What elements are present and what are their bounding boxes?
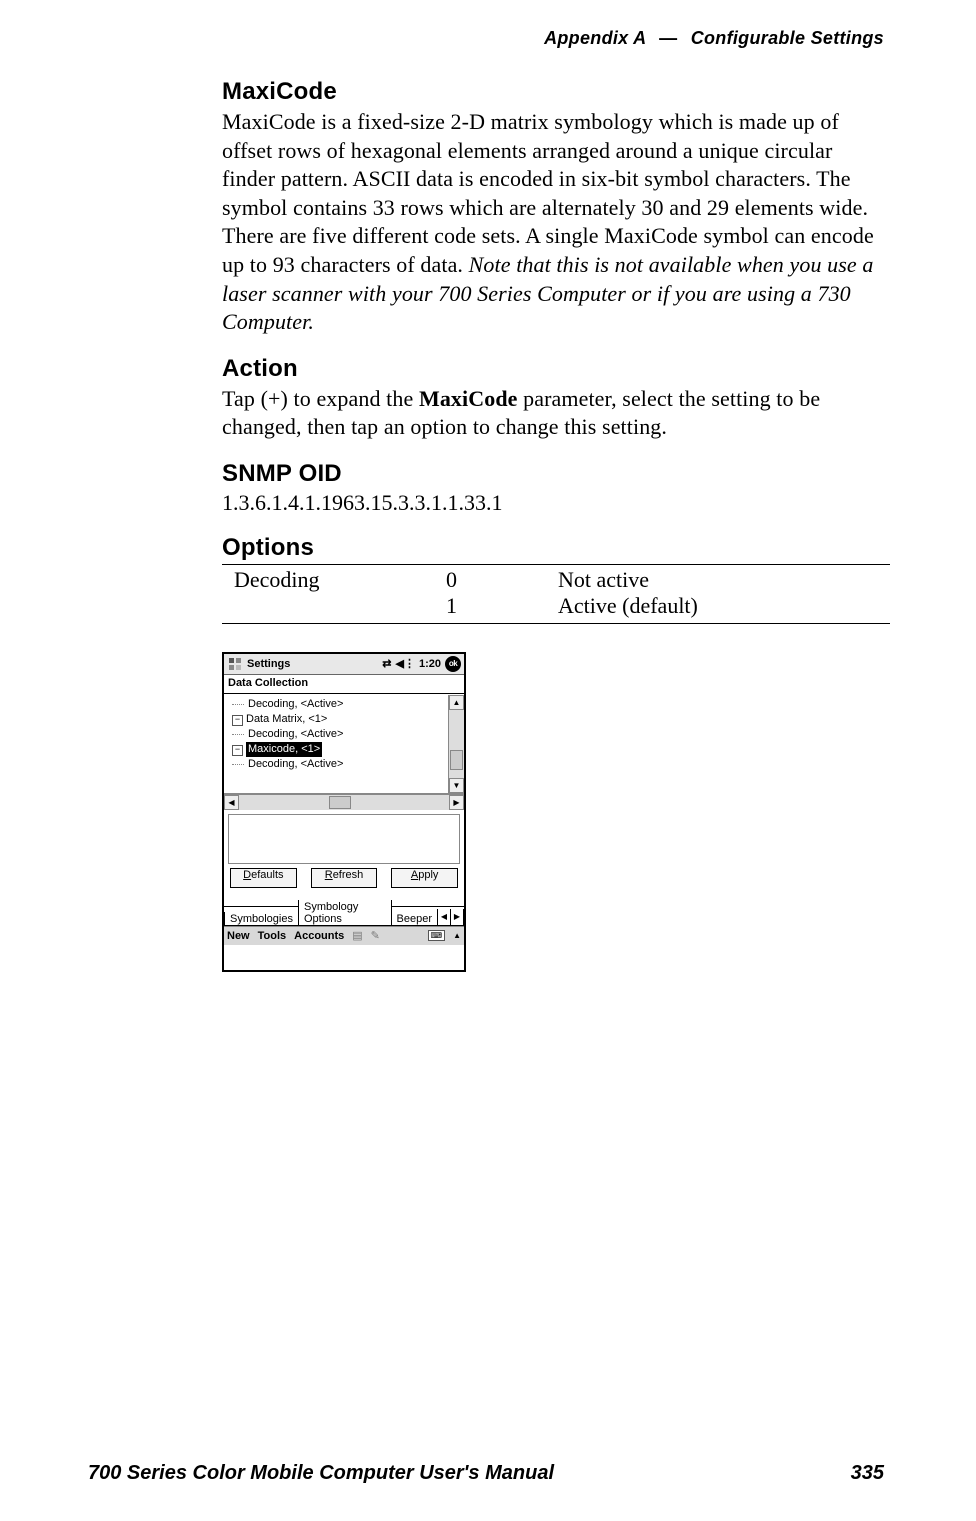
page-number: 335 [851, 1462, 884, 1485]
options-table-wrap: Decoding 0 Not active 1 Active (default) [222, 564, 890, 624]
toolbar-icon[interactable]: ✎ [371, 929, 380, 942]
table-row: Decoding 0 Not active [228, 567, 884, 593]
running-header: Appendix A — Configurable Settings [544, 28, 884, 49]
options-table: Decoding 0 Not active 1 Active (default) [228, 567, 884, 619]
option-value-0: 0 [440, 567, 552, 593]
tree-area: Decoding, <Active> −Data Matrix, <1> Dec… [224, 694, 464, 794]
tab-scroll[interactable]: ◀ ▶ [437, 909, 464, 926]
collapse-icon[interactable]: − [232, 745, 243, 756]
paragraph-action-bold: MaxiCode [419, 386, 518, 411]
header-appendix: Appendix A [544, 28, 646, 48]
scroll-thumb[interactable] [329, 796, 351, 809]
option-value-1: 1 [440, 593, 552, 619]
start-icon[interactable] [227, 656, 243, 672]
window-title: Settings [247, 658, 378, 670]
option-name: Decoding [228, 567, 440, 619]
paragraph-action: Tap (+) to expand the MaxiCode parameter… [222, 385, 890, 442]
sip-arrow-icon[interactable]: ▲ [453, 931, 461, 940]
paragraph-action-a: Tap (+) to expand the [222, 386, 419, 411]
snmp-oid: 1.3.6.1.4.1.1963.15.3.3.1.1.33.1 [222, 490, 890, 516]
tree-label: Decoding, <Active> [248, 698, 343, 710]
defaults-button[interactable]: Defaults [230, 868, 297, 888]
heading-action: Action [222, 355, 890, 383]
tree[interactable]: Decoding, <Active> −Data Matrix, <1> Dec… [224, 695, 448, 793]
scroll-track[interactable] [449, 710, 464, 778]
refresh-button[interactable]: Refresh [311, 868, 378, 888]
content: MaxiCode MaxiCode is a fixed-size 2-D ma… [222, 78, 890, 972]
scroll-up-button[interactable]: ▲ [449, 695, 464, 710]
mnemonic: R [325, 869, 333, 881]
scroll-left-button[interactable]: ◀ [224, 795, 239, 810]
mnemonic: D [243, 869, 251, 881]
sip-button[interactable]: ⌨ [428, 930, 446, 941]
heading-maxicode: MaxiCode [222, 78, 890, 106]
tree-item[interactable]: Decoding, <Active> [228, 757, 446, 772]
scroll-right-button[interactable]: ▶ [449, 795, 464, 810]
panel-title: Data Collection [224, 675, 464, 694]
menu-bar: New Tools Accounts ▤ ✎ ⌨ ▲ [224, 926, 464, 945]
heading-options: Options [222, 534, 890, 562]
screenshot: Settings ⇄ ◀⋮ 1:20 ok Data Collection De… [222, 652, 466, 972]
tab-strip: Symbologies Symbology Options Beeper ◀ ▶ [224, 906, 464, 926]
tree-label: Decoding, <Active> [248, 758, 343, 770]
header-dash: — [659, 28, 677, 48]
speaker-icon[interactable]: ◀⋮ [396, 657, 415, 670]
scroll-thumb[interactable] [450, 750, 463, 770]
button-row: Defaults Refresh Apply [224, 868, 464, 896]
horizontal-scrollbar[interactable]: ◀ ▶ [224, 794, 464, 810]
toolbar-icon[interactable]: ▤ [352, 929, 362, 942]
paragraph-maxicode: MaxiCode is a fixed-size 2-D matrix symb… [222, 108, 890, 337]
tab-beeper[interactable]: Beeper [391, 912, 438, 926]
apply-button[interactable]: Apply [391, 868, 458, 888]
scroll-down-button[interactable]: ▼ [449, 778, 464, 793]
button-label: efaults [251, 869, 283, 881]
option-desc-1: Active (default) [552, 593, 884, 619]
heading-snmp: SNMP OID [222, 460, 890, 488]
clock-text[interactable]: 1:20 [419, 658, 441, 670]
tree-label: Decoding, <Active> [248, 728, 343, 740]
button-label: pply [418, 869, 438, 881]
connectivity-icon[interactable]: ⇄ [382, 657, 391, 670]
tab-symbologies[interactable]: Symbologies [224, 912, 299, 926]
tree-label: Data Matrix, <1> [246, 713, 327, 725]
option-desc-0: Not active [552, 567, 884, 593]
menu-new[interactable]: New [227, 930, 250, 942]
tab-symbology-options[interactable]: Symbology Options [298, 900, 392, 926]
tree-item[interactable]: Decoding, <Active> [228, 727, 446, 742]
tree-item[interactable]: −Data Matrix, <1> [228, 712, 446, 727]
scroll-track[interactable] [239, 795, 449, 810]
tab-scroll-left[interactable]: ◀ [438, 909, 450, 925]
tree-item-selected[interactable]: −Maxicode, <1> [228, 742, 446, 757]
tree-label: Maxicode, <1> [246, 742, 322, 757]
tab-scroll-right[interactable]: ▶ [450, 909, 463, 925]
tree-item[interactable]: Decoding, <Active> [228, 697, 446, 712]
menu-accounts[interactable]: Accounts [294, 930, 344, 942]
menu-tools[interactable]: Tools [258, 930, 287, 942]
vertical-scrollbar[interactable]: ▲ ▼ [448, 695, 464, 793]
ok-button[interactable]: ok [445, 656, 461, 672]
detail-pane [228, 814, 460, 864]
titlebar: Settings ⇄ ◀⋮ 1:20 ok [224, 654, 464, 675]
button-label: efresh [333, 869, 364, 881]
collapse-icon[interactable]: − [232, 715, 243, 726]
page: Appendix A — Configurable Settings MaxiC… [0, 0, 976, 1521]
footer-title: 700 Series Color Mobile Computer User's … [88, 1462, 554, 1485]
header-section: Configurable Settings [691, 28, 884, 48]
